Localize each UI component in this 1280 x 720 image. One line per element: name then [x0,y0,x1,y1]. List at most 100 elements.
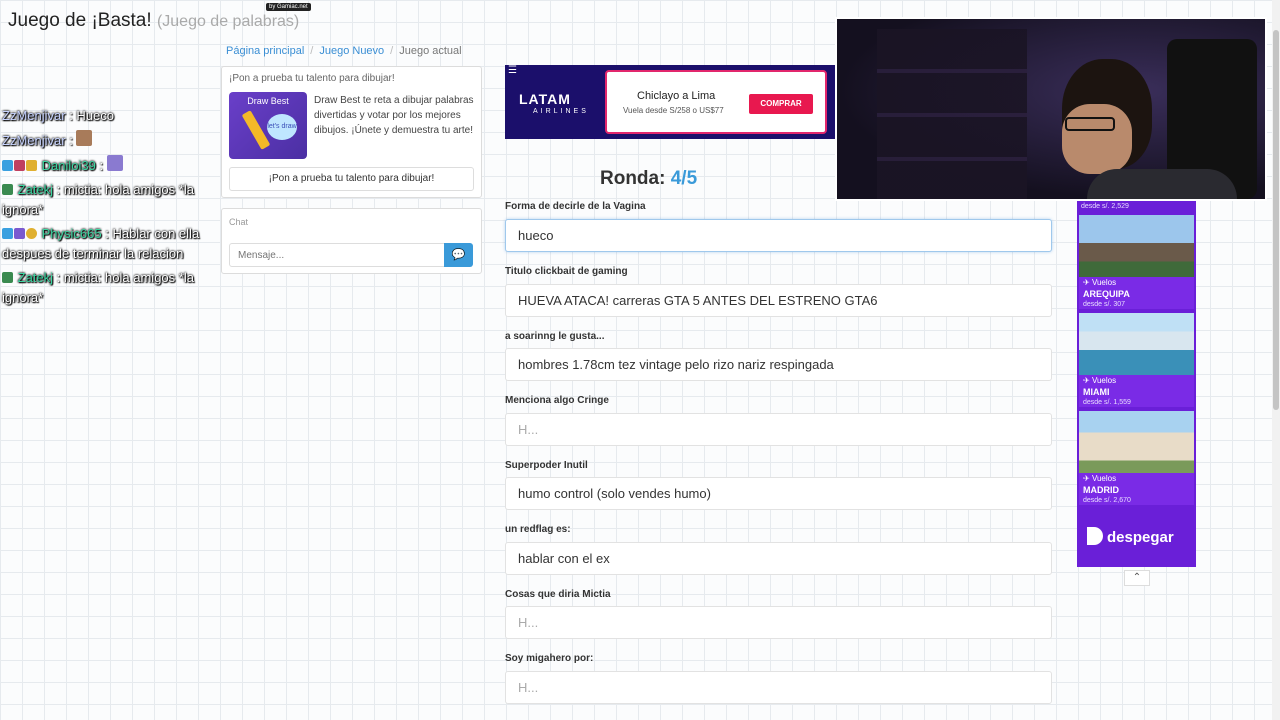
page-title: Juego de ¡Basta! (Juego de palabras) [8,10,299,32]
latam-price: Vuela desde S/258 o US$77 [623,106,724,115]
promo-button[interactable]: ¡Pon a prueba tu talento para dibujar! [229,167,474,191]
side-ad-tile[interactable]: ✈ Vuelos MADRID desde s/. 2,670 [1079,411,1194,505]
field-label: Superpoder Inutil [505,460,588,471]
webcam-glasses [1065,117,1115,131]
emote-icon [106,155,123,171]
latam-logo: LATAM AIRLINES [519,91,589,115]
field-group-4: Menciona algo Cringe [505,395,609,406]
madrid-photo [1079,411,1194,473]
collapse-ad-button[interactable]: ⌃ [1124,570,1150,586]
draw-best-image-title: Draw Best [247,96,289,106]
answer-input-migahero[interactable] [505,671,1052,704]
streamer-webcam [835,17,1267,201]
plane-icon: ✈ Vuelos [1083,376,1117,385]
latam-buy-button[interactable]: COMPRAR [749,94,813,114]
breadcrumb: Página principal / Juego Nuevo / Juego actua… [226,45,462,57]
stream-chat-message: Zatekj : mictia: hola amigos *la ignora* [2,180,224,220]
chat-bubble-icon: 💬 [451,249,466,261]
round-value: 4/5 [670,168,698,189]
field-group-8: Soy migahero por: [505,653,593,664]
plane-icon: ✈ Vuelos [1083,474,1117,483]
breadcrumb-new-game-link[interactable]: Juego Nuevo [319,45,384,57]
side-ad-tile[interactable]: ✈ Vuelos AREQUIPA desde s/. 307 [1079,215,1194,309]
side-ad-top-price: desde s/. 2,529 [1081,203,1129,210]
tile-price: desde s/. 2,670 [1083,497,1131,504]
promo-heading: ¡Pon a prueba tu talento para dibujar! [229,73,395,84]
badge-icon [14,160,25,171]
webcam-body [1087,169,1237,199]
despegar-side-ad[interactable]: desde s/. 2,529 ✈ Vuelos AREQUIPA desde … [1077,199,1196,567]
tile-price: desde s/. 307 [1083,301,1126,308]
badge-icon [26,228,37,239]
answer-input-soarinng[interactable] [505,348,1052,381]
latam-route: Chiclayo a Lima [637,90,716,102]
field-label: a soarinng le gusta... [505,331,605,342]
stream-chat-user: ZzMenjivar [2,133,66,148]
draw-best-image[interactable]: Draw Best let's draw [229,92,307,159]
round-label: Ronda: [600,168,666,189]
latam-brand: LATAM [519,91,571,107]
field-group-7: Cosas que diria Mictia [505,589,611,600]
answer-input-vagina[interactable] [505,219,1052,252]
field-label: un redflag es: [505,524,571,535]
crown-icon [26,160,37,171]
pencil-icon [241,110,271,150]
stream-chat-message: Zatekj : mictia: hola amigos *la ignora* [2,268,224,308]
field-group-6: un redflag es: [505,524,571,535]
title-subtitle: (Juego de palabras) [156,13,300,30]
answer-input-redflag[interactable] [505,542,1052,575]
chat-send-button[interactable]: 💬 [444,243,473,267]
field-group-2: Titulo clickbait de gaming [505,266,628,277]
answer-input-superpoder[interactable] [505,477,1052,510]
stream-chat-user: Daniloi39 [41,158,96,173]
webcam-shelf [877,29,1027,199]
webcam-face [1062,104,1132,174]
field-label: Soy migahero por: [505,653,594,664]
ad-menu-icon[interactable]: ☰ [508,65,517,76]
stream-chat-text: : Hueco [69,108,115,123]
field-group-1: Forma de decirle de la Vagina [505,201,646,212]
tile-city: AREQUIPA [1083,289,1130,299]
stream-chat-text: : [99,158,104,173]
stream-chat-user: Physic665 [41,226,102,241]
field-label: Menciona algo Cringe [505,395,609,406]
breadcrumb-home-link[interactable]: Página principal [226,45,304,57]
field-label: Titulo clickbait de gaming [505,266,628,277]
badge-icon [2,160,13,171]
stream-chat-user: ZzMenjivar [2,108,66,123]
stream-chat-user: Zatekj [17,182,54,197]
latam-ad-banner[interactable]: ☰ LATAM AIRLINES Chiclayo a Lima Vuela d… [505,65,835,139]
stream-chat-message: Physic665 : Hablar con ella despues de t… [2,224,224,264]
answer-input-cringe[interactable] [505,413,1052,446]
answer-input-mictia[interactable] [505,606,1052,639]
side-ad-tile[interactable]: ✈ Vuelos MIAMI desde s/. 1,559 [1079,313,1194,407]
promo-text: Draw Best te reta a dibujar palabras div… [314,95,474,136]
answer-input-clickbait[interactable] [505,284,1052,317]
tile-tag: Vuelos [1091,376,1117,385]
stream-chat-message: Daniloi39 : [2,155,224,176]
despegar-brand: despegar [1107,529,1174,546]
title-main: Juego de ¡Basta! [8,10,152,31]
promo-card: ¡Pon a prueba tu talento para dibujar! D… [221,66,482,198]
chevron-up-icon: ⌃ [1132,572,1142,583]
badge-icon [2,228,13,239]
breadcrumb-current: Juego actual [399,45,462,57]
field-group-5: Superpoder Inutil [505,460,588,471]
field-label: Cosas que diria Mictia [505,589,611,600]
badge-icon [2,272,13,283]
emote-icon [76,130,93,146]
round-indicator: Ronda: 4/5 [600,168,697,190]
page-scrollbar-thumb[interactable] [1273,30,1279,410]
arequipa-photo [1079,215,1194,277]
tile-tag: Vuelos [1091,278,1117,287]
tile-city: MIAMI [1083,387,1110,397]
stream-chat-text: : [69,133,73,148]
stream-chat-message: ZzMenjivar : Hueco [2,106,224,126]
despegar-mark-icon [1087,527,1103,545]
chat-message-input[interactable] [229,243,445,267]
chat-panel: Chat 💬 [221,208,482,274]
latam-brand-sub: AIRLINES [533,108,589,115]
field-group-3: a soarinng le gusta... [505,331,604,342]
tile-tag: Vuelos [1091,474,1117,483]
badge-icon [14,228,25,239]
